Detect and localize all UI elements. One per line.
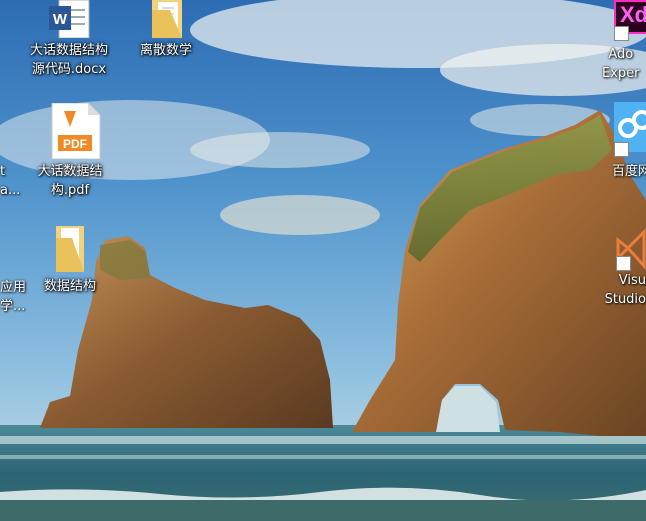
offscreen-icon-label-fragment[interactable]: a... bbox=[0, 181, 20, 200]
shortcut-arrow-icon bbox=[614, 26, 629, 41]
desktop-icon-folder-data-structures[interactable]: 数据结构 bbox=[22, 224, 118, 296]
desktop-icon-adobe-xd[interactable]: Xd Ado Exper bbox=[602, 0, 646, 90]
shortcut-arrow-icon bbox=[614, 142, 629, 157]
desktop-icon-docx-file[interactable]: W 大话数据结构 源代码.docx bbox=[21, 0, 117, 79]
desktop-icon-visual-studio[interactable]: Visu Studio bbox=[596, 226, 646, 322]
desktop-icon-baidu[interactable]: 百度网 bbox=[612, 102, 646, 182]
offscreen-icon-label-fragment[interactable]: 学... bbox=[0, 297, 25, 316]
word-badge: W bbox=[53, 11, 68, 28]
pdf-badge: PDF bbox=[63, 137, 87, 151]
desktop-icon-label: 大话数据结构 源代码.docx bbox=[29, 43, 108, 77]
desktop-icon-label: Ado Exper bbox=[602, 47, 640, 81]
desktop-icon-label: Visu Studio bbox=[604, 273, 646, 307]
folder-icon bbox=[46, 224, 94, 274]
desktop[interactable]: W 大话数据结构 源代码.docx 离散数学 PDF 大话数据结 构.pdf 数… bbox=[0, 0, 646, 521]
desktop-icon-label: 离散数学 bbox=[139, 43, 192, 58]
desktop-icon-folder-discrete-math[interactable]: 离散数学 bbox=[118, 0, 214, 60]
xd-badge: Xd bbox=[620, 2, 646, 27]
desktop-icon-pdf-file[interactable]: PDF 大话数据结 构.pdf bbox=[22, 102, 118, 200]
desktop-icon-label: 数据结构 bbox=[43, 279, 96, 294]
pdf-document-icon: PDF bbox=[46, 102, 101, 160]
word-document-icon: W bbox=[45, 0, 93, 39]
shortcut-arrow-icon bbox=[616, 256, 631, 271]
desktop-icon-label: 百度网 bbox=[612, 164, 646, 179]
offscreen-icon-label-fragment[interactable]: t bbox=[0, 162, 5, 181]
offscreen-icon-label-fragment[interactable]: 应用 bbox=[0, 278, 26, 297]
folder-icon bbox=[142, 0, 190, 38]
desktop-icon-label: 大话数据结 构.pdf bbox=[37, 164, 103, 198]
